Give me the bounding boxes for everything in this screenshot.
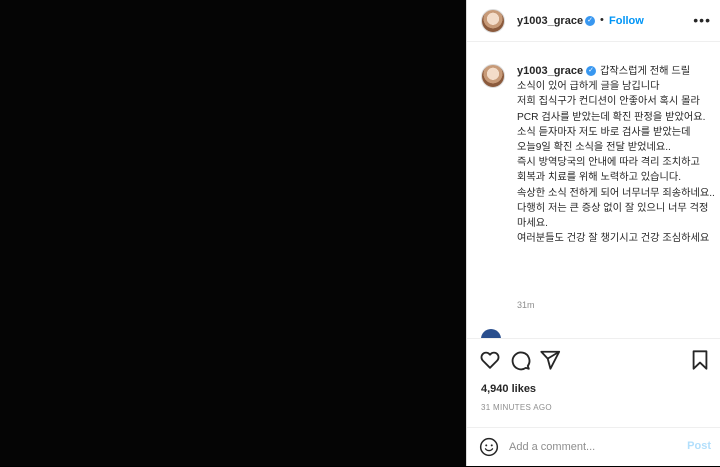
follow-button[interactable]: Follow: [609, 15, 644, 27]
verified-badge-icon: ✓: [585, 16, 595, 26]
author-avatar[interactable]: [481, 9, 505, 33]
likes-count[interactable]: 4,940 likes: [481, 383, 536, 395]
post-timestamp[interactable]: 31 MINUTES AGO: [481, 403, 552, 412]
author-username[interactable]: y1003_grace: [517, 15, 583, 27]
post-comment-button[interactable]: Post: [687, 440, 711, 452]
comment-bar: Post: [467, 427, 720, 467]
comment-icon[interactable]: [509, 349, 531, 371]
verified-badge-icon: ✓: [586, 66, 597, 77]
heart-icon[interactable]: [479, 349, 501, 371]
caption-section: y1003_grace ✓ 갑작스럽게 전해 드릴 소식이 있어 급하게 글을 남깁…: [467, 42, 720, 338]
commenter-avatar[interactable]: [481, 329, 501, 338]
bookmark-icon[interactable]: [689, 349, 711, 371]
more-options-icon[interactable]: •••: [693, 12, 711, 28]
share-icon[interactable]: [539, 349, 561, 371]
comment-peek: [481, 329, 711, 338]
separator-dot: •: [600, 14, 604, 26]
caption-avatar[interactable]: [481, 64, 505, 88]
caption-time[interactable]: 31m: [517, 300, 535, 310]
post-media[interactable]: [0, 0, 466, 466]
caption: y1003_grace ✓ 갑작스럽게 전해 드릴 소식이 있어 급하게 글을 남깁…: [517, 64, 717, 246]
post-side-panel: y1003_grace ✓ • Follow ••• y1003_grace ✓ 갑…: [466, 0, 720, 466]
caption-username[interactable]: y1003_grace: [517, 65, 583, 77]
post-header: y1003_grace ✓ • Follow •••: [467, 0, 720, 42]
comment-input[interactable]: [509, 438, 679, 456]
action-bar: 4,940 likes 31 MINUTES AGO Post: [467, 338, 720, 466]
emoji-icon[interactable]: [479, 437, 499, 457]
caption-text: 갑작스럽게 전해 드릴 소식이 있어 급하게 글을 남깁니다 저희 집식구가 컨…: [517, 66, 715, 245]
